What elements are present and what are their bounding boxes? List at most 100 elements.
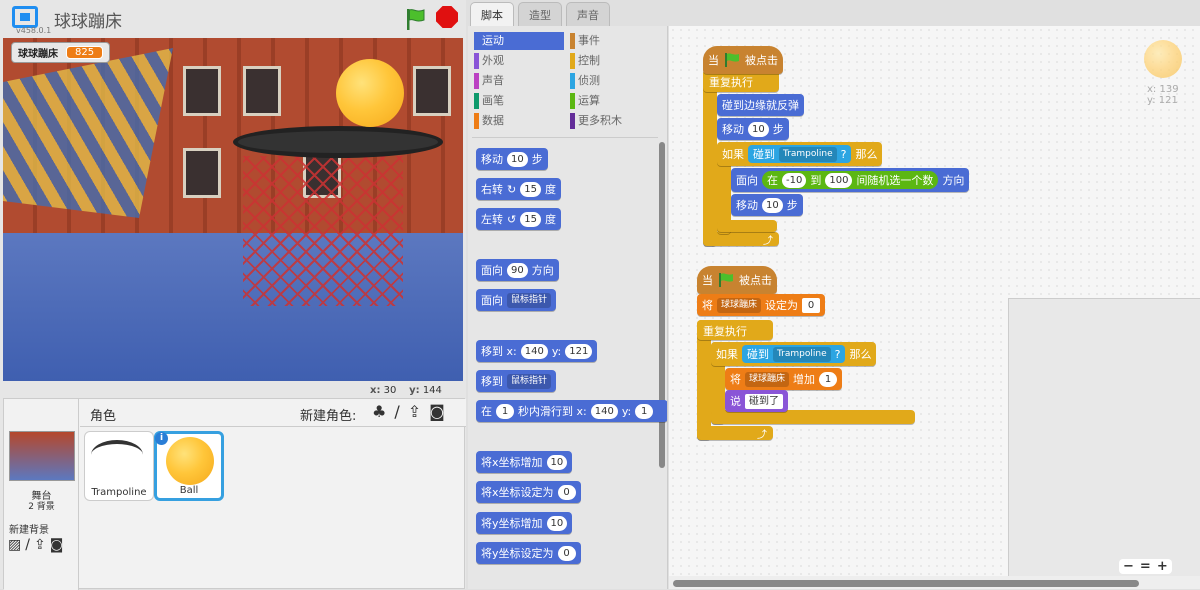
zoom-out-icon[interactable]: − bbox=[1123, 559, 1134, 574]
category-pen[interactable]: 画笔 bbox=[474, 92, 564, 110]
new-sprite-icons: ♣ / ⇪ ◙ bbox=[372, 402, 445, 421]
block-point-towards[interactable]: 面向 鼠标指针 bbox=[476, 289, 557, 311]
zoom-in-icon[interactable]: + bbox=[1157, 559, 1168, 574]
mouse-x: 30 bbox=[383, 385, 397, 396]
forever-block[interactable]: 重复执行 bbox=[697, 320, 773, 340]
variable-name: 球球蹦床 bbox=[18, 49, 58, 60]
stage[interactable]: 球球蹦床 825 bbox=[3, 38, 463, 381]
new-backdrop-icons: ▨ / ⇪ ◙ bbox=[8, 537, 63, 553]
left-panel: 球球蹦床 v458.0.1 球球蹦床 825 x: 30 y: 144 舞台 2… bbox=[0, 0, 466, 590]
category-divider bbox=[472, 137, 658, 138]
category-list: 运动 事件 外观 控制 声音 侦测 画笔 运算 数据 更多积木 bbox=[474, 32, 662, 136]
forever-bottom: ⤴ bbox=[697, 426, 773, 441]
trampoline-net bbox=[243, 156, 403, 306]
green-flag-icon[interactable] bbox=[402, 6, 428, 32]
editor-tabs: 脚本 造型 声音 bbox=[470, 0, 1200, 26]
forever-bottom: ⤴ bbox=[703, 232, 779, 247]
variable-monitor[interactable]: 球球蹦床 825 bbox=[11, 42, 111, 63]
project-title[interactable]: 球球蹦床 bbox=[54, 7, 122, 32]
trampoline-sprite[interactable] bbox=[233, 126, 443, 158]
sprite-name: Ball bbox=[179, 485, 199, 496]
block-move-steps[interactable]: 移动 10 步 bbox=[731, 194, 803, 216]
zoom-controls: − = + bbox=[1119, 559, 1172, 574]
sprites-header: 角色 新建角色: ♣ / ⇪ ◙ bbox=[80, 399, 466, 427]
window bbox=[243, 66, 281, 116]
stop-icon[interactable] bbox=[436, 6, 458, 28]
upload-sprite-icon[interactable]: ⇪ bbox=[408, 402, 421, 421]
block-move-steps[interactable]: 移动 10 步 bbox=[476, 148, 548, 170]
block-touching[interactable]: 碰到 Trampoline? bbox=[748, 145, 852, 163]
block-move-steps[interactable]: 移动 10 步 bbox=[717, 118, 789, 140]
block-set-x[interactable]: 将x坐标设定为 0 bbox=[476, 481, 581, 503]
category-control[interactable]: 控制 bbox=[570, 52, 660, 70]
block-change-x[interactable]: 将x坐标增加 10 bbox=[476, 451, 573, 473]
stage-thumbnail[interactable] bbox=[9, 431, 75, 481]
paint-backdrop-icon[interactable]: ▨ bbox=[8, 537, 21, 553]
category-operators[interactable]: 运算 bbox=[570, 92, 660, 110]
tab-sounds[interactable]: 声音 bbox=[566, 2, 610, 26]
block-touching[interactable]: 碰到 Trampoline? bbox=[742, 345, 846, 363]
ball-thumbnail bbox=[166, 437, 214, 485]
block-glide[interactable]: 在 1 秒内滑行到 x: 140 y: 1 bbox=[476, 400, 667, 422]
version-label: v458.0.1 bbox=[16, 26, 52, 35]
block-set-y[interactable]: 将y坐标设定为 0 bbox=[476, 542, 581, 564]
category-data[interactable]: 数据 bbox=[474, 112, 564, 130]
if-bottom bbox=[717, 220, 777, 232]
block-change-y[interactable]: 将y坐标增加 10 bbox=[476, 512, 573, 534]
window bbox=[413, 66, 451, 116]
camera-icon[interactable]: ◙ bbox=[429, 402, 445, 421]
block-turn-left[interactable]: 左转 ↺ 15 度 bbox=[476, 208, 561, 230]
when-flag-clicked-hat[interactable]: 当 被点击 bbox=[697, 266, 777, 294]
sprite-name: Trampoline bbox=[91, 487, 147, 498]
block-point-direction[interactable]: 面向 在 -10 到 100 间随机选一个数 方向 bbox=[731, 168, 970, 192]
tab-costumes[interactable]: 造型 bbox=[518, 2, 562, 26]
sprite-position: x: 139 y: 121 bbox=[1147, 84, 1179, 106]
sprite-tile-trampoline[interactable]: Trampoline bbox=[84, 431, 154, 501]
block-say[interactable]: 说碰到了 bbox=[725, 390, 788, 412]
block-pick-random[interactable]: 在 -10 到 100 间随机选一个数 bbox=[762, 171, 939, 189]
forever-wrap bbox=[703, 70, 717, 246]
rotate-left-icon: ↺ bbox=[507, 212, 517, 226]
loop-arrow-icon: ⤴ bbox=[757, 430, 767, 441]
block-set-variable[interactable]: 将球球蹦床 设定为 0 bbox=[697, 294, 826, 316]
block-palette: 运动 事件 外观 控制 声音 侦测 画笔 运算 数据 更多积木 移动 10 步 右转… bbox=[468, 26, 668, 589]
category-events[interactable]: 事件 bbox=[570, 32, 660, 50]
brush-icon[interactable]: / bbox=[25, 537, 30, 553]
category-sensing[interactable]: 侦测 bbox=[570, 72, 660, 90]
mouse-coordinates: x: 30 y: 144 bbox=[370, 385, 442, 396]
upload-backdrop-icon[interactable]: ⇪ bbox=[34, 537, 46, 553]
block-if[interactable]: 如果 碰到 Trampoline? 那么 bbox=[717, 142, 883, 166]
block-goto-xy[interactable]: 移到 x: 140 y: 121 bbox=[476, 340, 598, 362]
paint-sprite-icon[interactable]: / bbox=[394, 402, 399, 421]
block-goto[interactable]: 移到 鼠标指针 bbox=[476, 370, 557, 392]
zoom-reset-icon[interactable]: = bbox=[1140, 559, 1151, 574]
new-backdrop-label: 新建背景 bbox=[9, 525, 49, 536]
tab-scripts[interactable]: 脚本 bbox=[470, 2, 514, 26]
category-motion[interactable]: 运动 bbox=[474, 32, 564, 50]
category-more-blocks[interactable]: 更多积木 bbox=[570, 112, 660, 130]
variable-value: 825 bbox=[66, 46, 104, 59]
scripts-area[interactable]: 重复执行 ⤴ 当 被点击 碰到边缘就反弹 移动 10 步 如果 碰到 Trampoli… bbox=[669, 26, 1200, 589]
block-point-direction[interactable]: 面向 90 方向 bbox=[476, 259, 559, 281]
backdrop-count: 2 背景 bbox=[28, 502, 55, 512]
window bbox=[183, 148, 221, 198]
sprites-heading: 角色 bbox=[90, 409, 117, 424]
sprite-library-icon[interactable]: ♣ bbox=[372, 402, 386, 421]
category-sound[interactable]: 声音 bbox=[474, 72, 564, 90]
sprite-tile-ball[interactable]: i Ball bbox=[154, 431, 224, 501]
block-change-variable[interactable]: 将球球蹦床 增加 1 bbox=[725, 368, 843, 390]
info-icon[interactable]: i bbox=[155, 432, 168, 445]
block-if[interactable]: 如果 碰到 Trampoline? 那么 bbox=[711, 342, 877, 366]
camera-icon[interactable]: ◙ bbox=[50, 537, 64, 553]
fullscreen-icon[interactable] bbox=[12, 6, 38, 28]
category-looks[interactable]: 外观 bbox=[474, 52, 564, 70]
block-turn-right[interactable]: 右转 ↻ 15 度 bbox=[476, 178, 561, 200]
green-flag-icon bbox=[719, 273, 733, 287]
scripts-scrollbar[interactable] bbox=[673, 580, 1139, 587]
sprites-pane: 舞台 2 背景 新建背景 ▨ / ⇪ ◙ 角色 新建角色: ♣ / ⇪ ◙ Tr… bbox=[3, 398, 466, 590]
loop-arrow-icon: ⤴ bbox=[763, 236, 773, 247]
when-flag-clicked-hat[interactable]: 当 被点击 bbox=[703, 46, 783, 74]
block-bounce[interactable]: 碰到边缘就反弹 bbox=[717, 94, 804, 116]
stage-column: 舞台 2 背景 新建背景 ▨ / ⇪ ◙ bbox=[4, 399, 79, 590]
ball-sprite[interactable] bbox=[336, 59, 404, 127]
